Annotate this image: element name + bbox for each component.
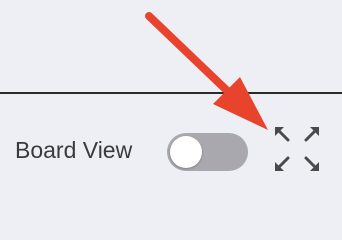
header-divider: [0, 92, 342, 94]
expand-icon: [275, 127, 319, 171]
expand-button[interactable]: [270, 122, 324, 176]
board-view-label: Board View: [15, 137, 133, 163]
toggle-knob: [170, 136, 202, 168]
board-view-toggle[interactable]: [167, 133, 248, 171]
board-toolbar: Board View: [0, 118, 342, 188]
